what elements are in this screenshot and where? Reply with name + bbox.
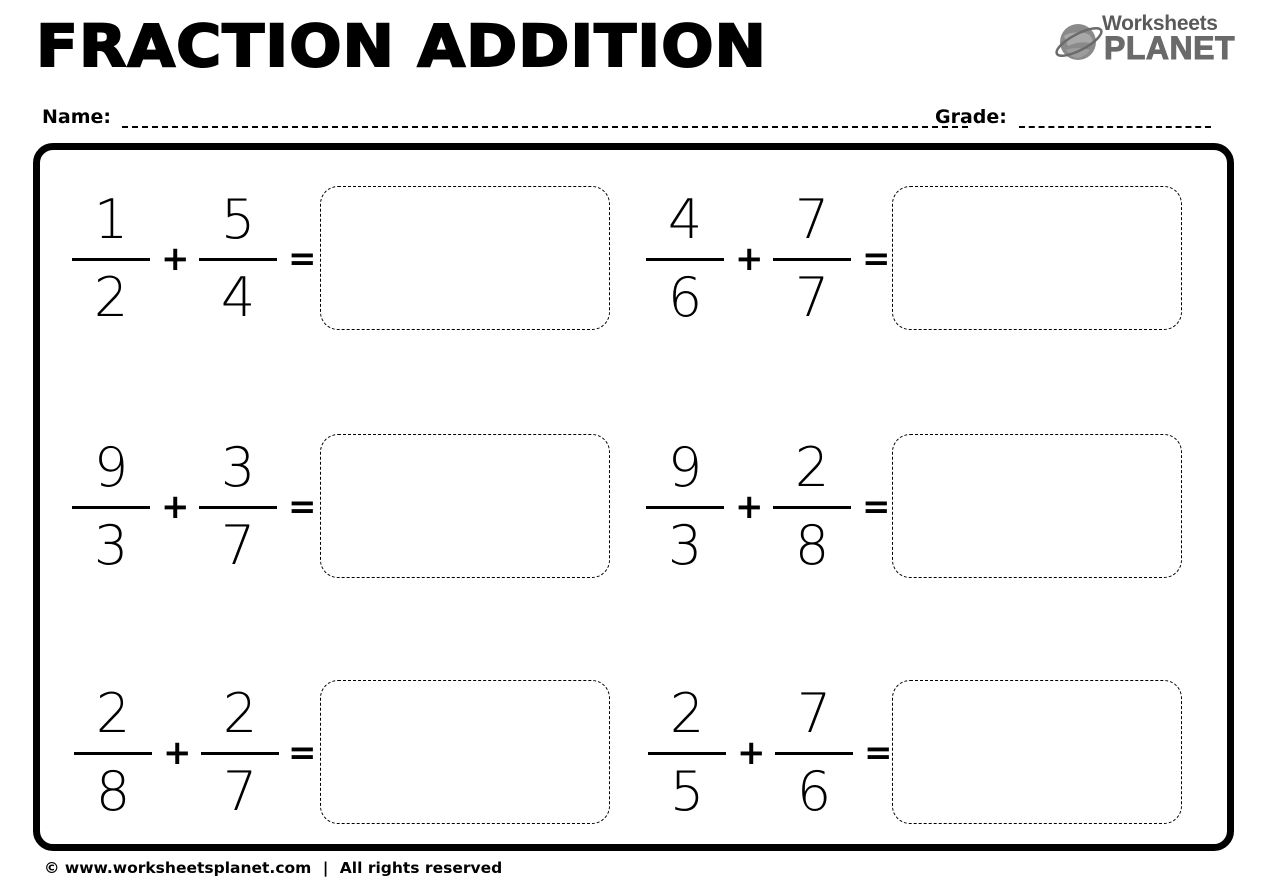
fraction-bar — [72, 506, 150, 509]
answer-box[interactable] — [892, 186, 1182, 330]
equals-sign: = — [864, 733, 893, 773]
answer-box[interactable] — [892, 680, 1182, 824]
fraction-bar — [74, 752, 152, 755]
name-field[interactable] — [122, 126, 968, 128]
denominator: 2 — [93, 266, 129, 329]
plus-sign: + — [161, 239, 190, 279]
footer: © www.worksheetsplanet.com | All rights … — [44, 857, 502, 879]
denominator: 7 — [220, 514, 256, 577]
denominator: 4 — [220, 266, 256, 329]
numerator: 2 — [794, 436, 830, 499]
fraction-bar — [646, 258, 724, 261]
numerator: 7 — [794, 188, 830, 251]
denominator: 5 — [669, 760, 705, 823]
denominator: 8 — [95, 760, 131, 823]
plus-sign: + — [163, 733, 192, 773]
denominator: 6 — [667, 266, 703, 329]
equals-sign: = — [862, 239, 891, 279]
equals-sign: = — [288, 733, 317, 773]
fraction-bar — [646, 506, 724, 509]
logo-text-planet: PLANET — [1104, 30, 1236, 67]
fraction-a: 9 3 — [646, 434, 724, 577]
answer-box[interactable] — [320, 680, 610, 824]
answer-box[interactable] — [320, 186, 610, 330]
fraction-b: 7 6 — [775, 680, 853, 823]
denominator: 3 — [93, 514, 129, 577]
grade-label: Grade: — [935, 106, 1007, 128]
equals-sign: = — [862, 487, 891, 527]
name-label: Name: — [42, 106, 112, 128]
problem-5: 2 8 + 2 7 = — [72, 680, 632, 830]
fraction-bar — [773, 506, 851, 509]
answer-box[interactable] — [320, 434, 610, 578]
denominator: 3 — [667, 514, 703, 577]
equals-sign: = — [288, 239, 317, 279]
footer-separator: | — [322, 859, 329, 877]
copyright-icon: © — [44, 859, 60, 877]
numerator: 2 — [222, 682, 258, 745]
plus-sign: + — [735, 487, 764, 527]
problem-4: 9 3 + 2 8 = — [646, 434, 1206, 584]
fraction-a: 2 8 — [74, 680, 152, 823]
problem-2: 4 6 + 7 7 = — [646, 186, 1206, 336]
denominator: 7 — [222, 760, 258, 823]
fraction-a: 4 6 — [646, 186, 724, 329]
fraction-bar — [72, 258, 150, 261]
fraction-b: 2 8 — [773, 434, 851, 577]
plus-sign: + — [735, 239, 764, 279]
problem-3: 9 3 + 3 7 = — [72, 434, 632, 584]
fraction-a: 1 2 — [72, 186, 150, 329]
numerator: 3 — [220, 436, 256, 499]
problem-6: 2 5 + 7 6 = — [646, 680, 1206, 830]
numerator: 5 — [220, 188, 256, 251]
fraction-bar — [773, 258, 851, 261]
numerator: 1 — [93, 188, 129, 251]
fraction-b: 3 7 — [199, 434, 277, 577]
fraction-bar — [648, 752, 726, 755]
fraction-bar — [775, 752, 853, 755]
numerator: 2 — [95, 682, 131, 745]
denominator: 6 — [796, 760, 832, 823]
numerator: 7 — [796, 682, 832, 745]
numerator: 9 — [93, 436, 129, 499]
rights-text: All rights reserved — [339, 859, 503, 877]
planet-icon — [1055, 24, 1103, 60]
fraction-b: 7 7 — [773, 186, 851, 329]
fraction-bar — [199, 258, 277, 261]
numerator: 4 — [667, 188, 703, 251]
problem-1: 1 2 + 5 4 = — [72, 186, 632, 336]
website-link[interactable]: www.worksheetsplanet.com — [65, 859, 311, 877]
student-info-row: Name: Grade: — [42, 104, 1212, 132]
fraction-bar — [201, 752, 279, 755]
grade-field[interactable] — [1019, 126, 1211, 128]
answer-box[interactable] — [892, 434, 1182, 578]
worksheets-planet-logo: Worksheets PLANET — [1052, 10, 1235, 67]
equals-sign: = — [288, 487, 317, 527]
page-title: FRACTION ADDITION — [35, 11, 768, 81]
plus-sign: + — [737, 733, 766, 773]
numerator: 2 — [669, 682, 705, 745]
fraction-b: 5 4 — [199, 186, 277, 329]
denominator: 7 — [794, 266, 830, 329]
plus-sign: + — [161, 487, 190, 527]
numerator: 9 — [667, 436, 703, 499]
denominator: 8 — [794, 514, 830, 577]
fraction-a: 2 5 — [648, 680, 726, 823]
fraction-bar — [199, 506, 277, 509]
fraction-b: 2 7 — [201, 680, 279, 823]
fraction-a: 9 3 — [72, 434, 150, 577]
